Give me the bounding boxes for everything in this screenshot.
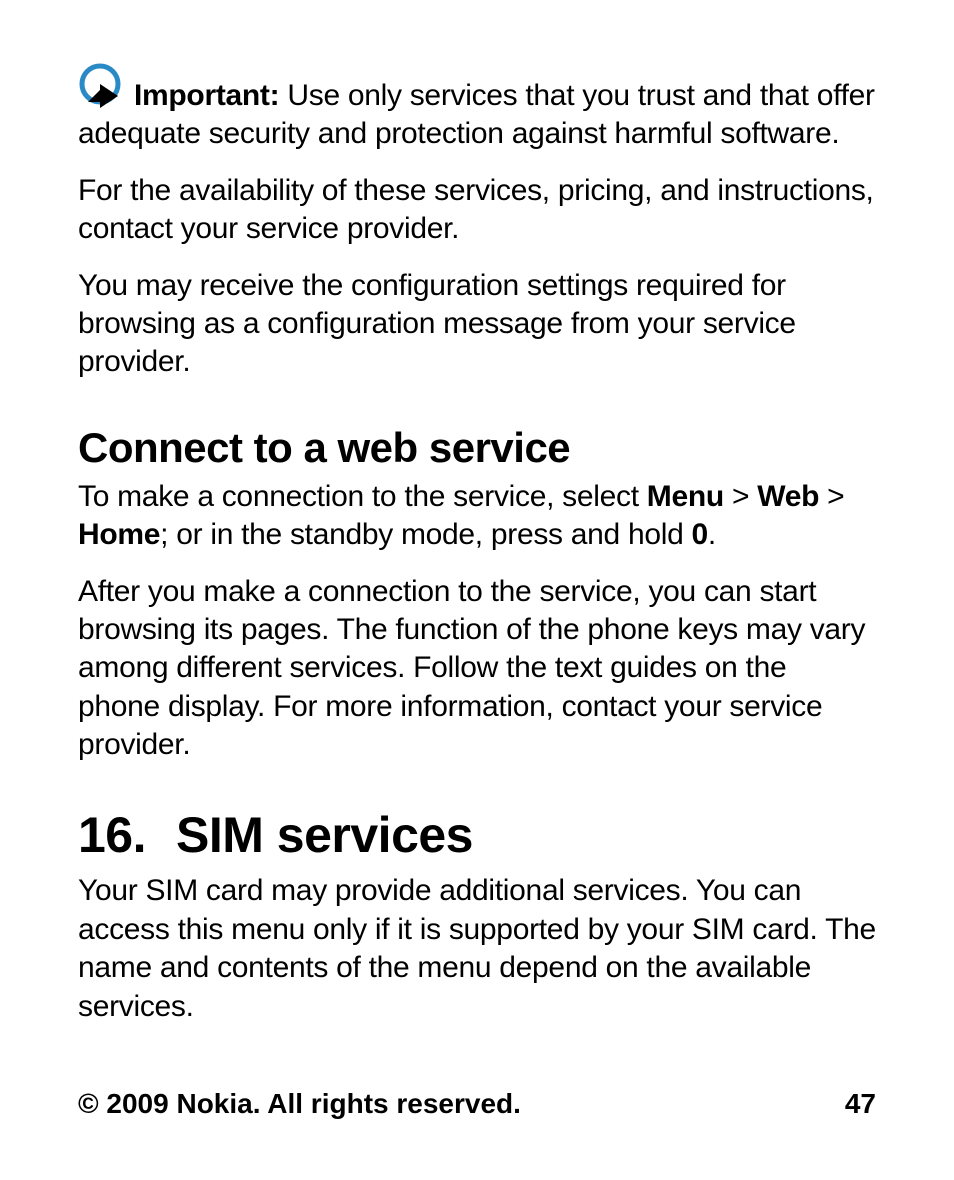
zero-key: 0 <box>692 518 708 551</box>
sim-paragraph: Your SIM card may provide additional ser… <box>78 872 876 1026</box>
after-connect-paragraph: After you make a connection to the servi… <box>78 573 876 765</box>
page-footer: © 2009 Nokia. All rights reserved. 47 <box>78 1088 876 1120</box>
availability-paragraph: For the availability of these services, … <box>78 172 876 249</box>
config-paragraph: You may receive the configuration settin… <box>78 267 876 382</box>
web-key: Web <box>757 480 819 513</box>
important-icon <box>78 62 128 112</box>
copyright-text: © 2009 Nokia. All rights reserved. <box>78 1088 521 1120</box>
connect-instructions: To make a connection to the service, sel… <box>78 478 876 555</box>
chapter-title: SIM services <box>176 807 473 863</box>
page-number: 47 <box>845 1088 876 1120</box>
chapter-number: 16. <box>78 806 146 864</box>
important-label: Important: <box>134 79 279 112</box>
important-paragraph: Important: Use only services that you tr… <box>78 66 876 154</box>
home-key: Home <box>78 518 160 551</box>
heading-sim-services: 16. SIM services <box>78 806 876 864</box>
menu-key: Menu <box>647 480 724 513</box>
heading-connect: Connect to a web service <box>78 424 876 472</box>
document-page: Important: Use only services that you tr… <box>0 0 954 1180</box>
